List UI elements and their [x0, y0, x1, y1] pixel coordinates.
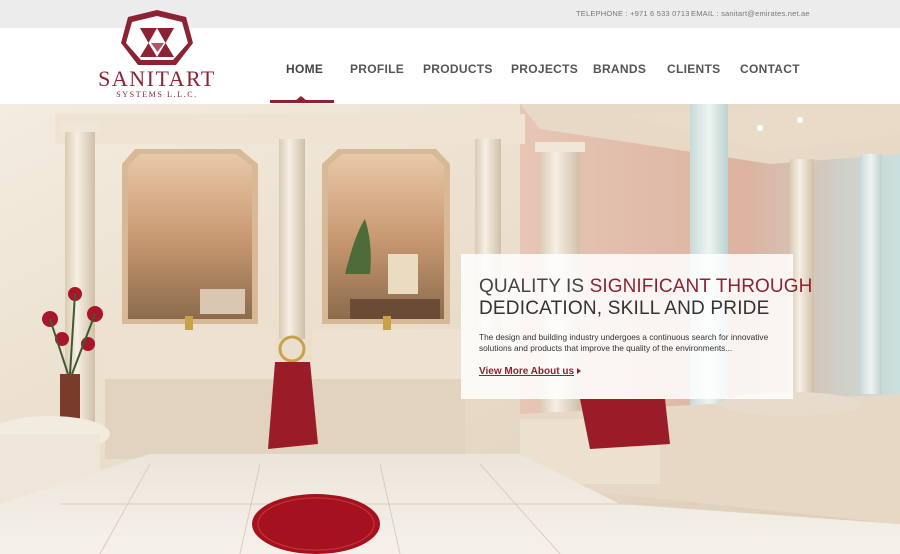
nav-item-home[interactable]: HOME	[286, 62, 323, 76]
nav-item-projects[interactable]: PROJECTS	[511, 62, 578, 76]
nav-item-clients[interactable]: CLIENTS	[667, 62, 720, 76]
active-nav-notch	[295, 96, 307, 101]
nav-item-products[interactable]: PRODUCTS	[423, 62, 493, 76]
nav-item-profile[interactable]: PROFILE	[350, 62, 404, 76]
logo-name: SANITART	[98, 66, 216, 91]
arrow-right-icon	[577, 368, 581, 374]
logo-subtitle: SYSTEMS L.L.C.	[116, 90, 198, 99]
logo-wordmark[interactable]: SANITART SYSTEMS L.L.C.	[96, 66, 218, 100]
promo-body-text: The design and building industry undergo…	[479, 332, 769, 353]
telephone-text: TELEPHONE : +971 6 533 0713	[576, 9, 690, 18]
promo-headline-line2: DEDICATION, SKILL AND PRIDE	[479, 298, 770, 319]
hero-banner: QUALITY IS SIGNIFICANT THROUGH DEDICATIO…	[0, 104, 900, 554]
nav-item-brands[interactable]: BRANDS	[593, 62, 646, 76]
promo-card: QUALITY IS SIGNIFICANT THROUGH DEDICATIO…	[461, 254, 812, 399]
headline-accent: SIGNIFICANT THROUGH	[589, 276, 813, 297]
view-more-about-link[interactable]: View More About us	[479, 366, 574, 377]
promo-headline-line1: QUALITY IS SIGNIFICANT THROUGH	[479, 276, 812, 298]
nav-item-contact[interactable]: CONTACT	[740, 62, 800, 76]
email-text[interactable]: EMAIL : sanitart@emirates.net.ae	[691, 9, 810, 18]
headline-part1: QUALITY IS	[479, 276, 585, 297]
